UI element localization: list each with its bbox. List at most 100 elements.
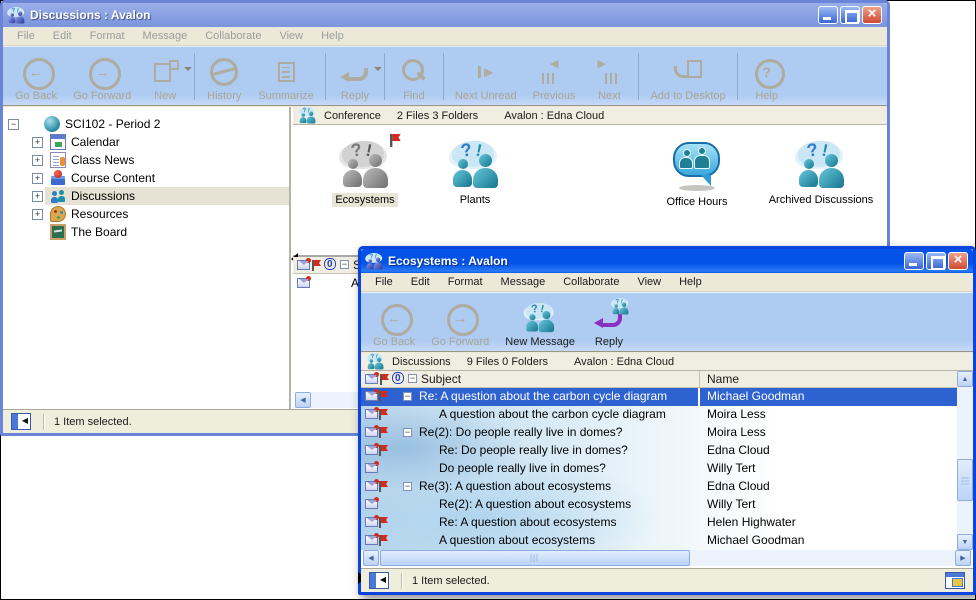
- forward-icon: [442, 302, 478, 334]
- expand-icon[interactable]: +: [32, 137, 43, 148]
- tree-item-the-board[interactable]: The Board: [3, 223, 289, 241]
- scroll-right-button[interactable]: ▶: [955, 550, 971, 566]
- menu-help[interactable]: Help: [313, 28, 352, 44]
- collapse-all-icon[interactable]: −: [340, 260, 349, 269]
- tree-item-discussions[interactable]: +Discussions: [3, 187, 289, 205]
- dropdown-arrow-icon[interactable]: [374, 67, 382, 71]
- message-row[interactable]: Re: A question about ecosystemsHelen Hig…: [361, 514, 957, 532]
- menu-format[interactable]: Format: [440, 274, 491, 290]
- scroll-up-button[interactable]: ▲: [957, 371, 973, 387]
- conference-item-plants[interactable]: ?!Plants: [415, 141, 535, 207]
- expand-icon[interactable]: +: [32, 191, 43, 202]
- menu-message[interactable]: Message: [135, 28, 196, 44]
- close-button[interactable]: [862, 6, 882, 24]
- tree-item-course-content[interactable]: +Course Content: [3, 169, 289, 187]
- menu-edit[interactable]: Edit: [45, 28, 80, 44]
- toolbar-label: Find: [403, 90, 424, 102]
- maximize-button[interactable]: [926, 252, 946, 270]
- message-row[interactable]: Do people really live in domes?Willy Ter…: [361, 460, 957, 478]
- flag-icon: [379, 409, 389, 420]
- minimize-button[interactable]: [818, 6, 838, 24]
- message-row[interactable]: Re(2): A question about ecosystemsWilly …: [361, 496, 957, 514]
- tree-item-sci102-period-2[interactable]: −SCI102 - Period 2: [3, 115, 289, 133]
- message-row[interactable]: −Re: A question about the carbon cycle d…: [361, 388, 957, 406]
- toolbar-reply[interactable]: Reply: [329, 49, 381, 104]
- toolbar-new-message[interactable]: ?!New Message: [497, 295, 583, 350]
- toolbar-go-back[interactable]: Go Back: [365, 295, 423, 350]
- conference-item-archived-discussions[interactable]: ?!Archived Discussions: [761, 141, 881, 207]
- conference-item-office-hours[interactable]: Office Hours: [637, 141, 757, 209]
- dropdown-arrow-icon[interactable]: [184, 67, 192, 71]
- menu-file[interactable]: File: [367, 274, 401, 290]
- toolbar-reply[interactable]: ?!Reply: [583, 295, 635, 350]
- menu-collaborate[interactable]: Collaborate: [555, 274, 627, 290]
- collapse-all-icon[interactable]: −: [408, 374, 417, 383]
- menu-help[interactable]: Help: [671, 274, 710, 290]
- message-row[interactable]: A question about ecosystemsMichael Goodm…: [361, 532, 957, 550]
- expand-icon[interactable]: +: [32, 173, 43, 184]
- collapse-icon[interactable]: −: [403, 482, 412, 491]
- message-row[interactable]: −Re(2): Do people really live in domes?M…: [361, 424, 957, 442]
- scroll-left-button[interactable]: ◀: [295, 392, 311, 408]
- vertical-scrollbar[interactable]: ▲ ▼: [957, 371, 973, 550]
- toolbar-previous[interactable]: Previous: [525, 49, 584, 104]
- message-author: Willy Tert: [707, 461, 755, 475]
- toolbar-new[interactable]: New: [139, 49, 191, 104]
- message-row[interactable]: A question about the carbon cycle diagra…: [361, 406, 957, 424]
- titlebar-discussions[interactable]: ?! Discussions : Avalon: [3, 3, 887, 27]
- collapse-icon[interactable]: −: [403, 392, 412, 401]
- toolbar-go-forward[interactable]: Go Forward: [423, 295, 497, 350]
- scroll-left-button[interactable]: ◀: [363, 550, 379, 566]
- conference-item-ecosystems[interactable]: ?!Ecosystems: [305, 141, 425, 207]
- toolbar-separator: [325, 53, 326, 100]
- scroll-down-button[interactable]: ▼: [957, 534, 973, 550]
- toolbar-next[interactable]: Next: [583, 49, 635, 104]
- expand-icon[interactable]: +: [32, 209, 43, 220]
- menu-collaborate[interactable]: Collaborate: [197, 28, 269, 44]
- person-shape: [300, 117, 307, 123]
- menu-edit[interactable]: Edit: [403, 274, 438, 290]
- subject-column-header[interactable]: Subject: [421, 372, 461, 386]
- toolbar: Go BackGo Forward?!New Message?!Reply: [361, 292, 973, 352]
- tree-item-calendar[interactable]: +Calendar: [3, 133, 289, 151]
- question-cloud-icon: ?!: [612, 298, 629, 315]
- horizontal-scrollbar[interactable]: ◀ ▶: [361, 550, 973, 567]
- scrollbar-thumb[interactable]: [957, 459, 973, 501]
- person-shape: [10, 13, 14, 17]
- message-list-header[interactable]: 0 − Subject Name: [361, 371, 957, 388]
- minimize-button[interactable]: [904, 252, 924, 270]
- back-icon: [376, 302, 412, 334]
- message-row[interactable]: Re: Do people really live in domes?Edna …: [361, 442, 957, 460]
- tree-item-resources[interactable]: +Resources: [3, 205, 289, 223]
- menu-view[interactable]: View: [629, 274, 669, 290]
- toolbar-help[interactable]: Help: [741, 49, 793, 104]
- expand-icon[interactable]: +: [32, 155, 43, 166]
- toolbar-go-forward[interactable]: Go Forward: [65, 49, 139, 104]
- toolbar-add-to-desktop[interactable]: Add to Desktop: [642, 49, 733, 104]
- collapse-icon[interactable]: −: [8, 119, 19, 130]
- discussions-icon: ?!: [367, 353, 384, 370]
- toolbar-history[interactable]: History: [198, 49, 250, 104]
- menu-file[interactable]: File: [9, 28, 43, 44]
- column-divider[interactable]: [699, 371, 700, 387]
- scrollbar-thumb[interactable]: [380, 550, 690, 566]
- collapse-icon[interactable]: −: [403, 428, 412, 437]
- toolbar-next-unread[interactable]: Next Unread: [447, 49, 525, 104]
- conference-infobar: ?! Conference 2 Files 3 Folders Avalon :…: [293, 107, 887, 125]
- toolbar-summarize[interactable]: Summarize: [250, 49, 322, 104]
- toolbar-go-back[interactable]: Go Back: [7, 49, 65, 104]
- toolbar-label: Help: [755, 90, 778, 102]
- toolbar-find[interactable]: Find: [388, 49, 440, 104]
- view-mode-icon[interactable]: [945, 572, 965, 589]
- message-row[interactable]: −Re(3): A question about ecosystemsEdna …: [361, 478, 957, 496]
- close-button[interactable]: [948, 252, 968, 270]
- tree-item-class-news[interactable]: +Class News: [3, 151, 289, 169]
- menu-format[interactable]: Format: [82, 28, 133, 44]
- menu-view[interactable]: View: [271, 28, 311, 44]
- maximize-button[interactable]: [840, 6, 860, 24]
- titlebar-ecosystems[interactable]: ?! Ecosystems : Avalon: [361, 249, 973, 273]
- panel-toggle-icon[interactable]: [369, 572, 389, 589]
- panel-toggle-icon[interactable]: [11, 413, 31, 430]
- name-column-header[interactable]: Name: [707, 372, 739, 386]
- menu-message[interactable]: Message: [493, 274, 554, 290]
